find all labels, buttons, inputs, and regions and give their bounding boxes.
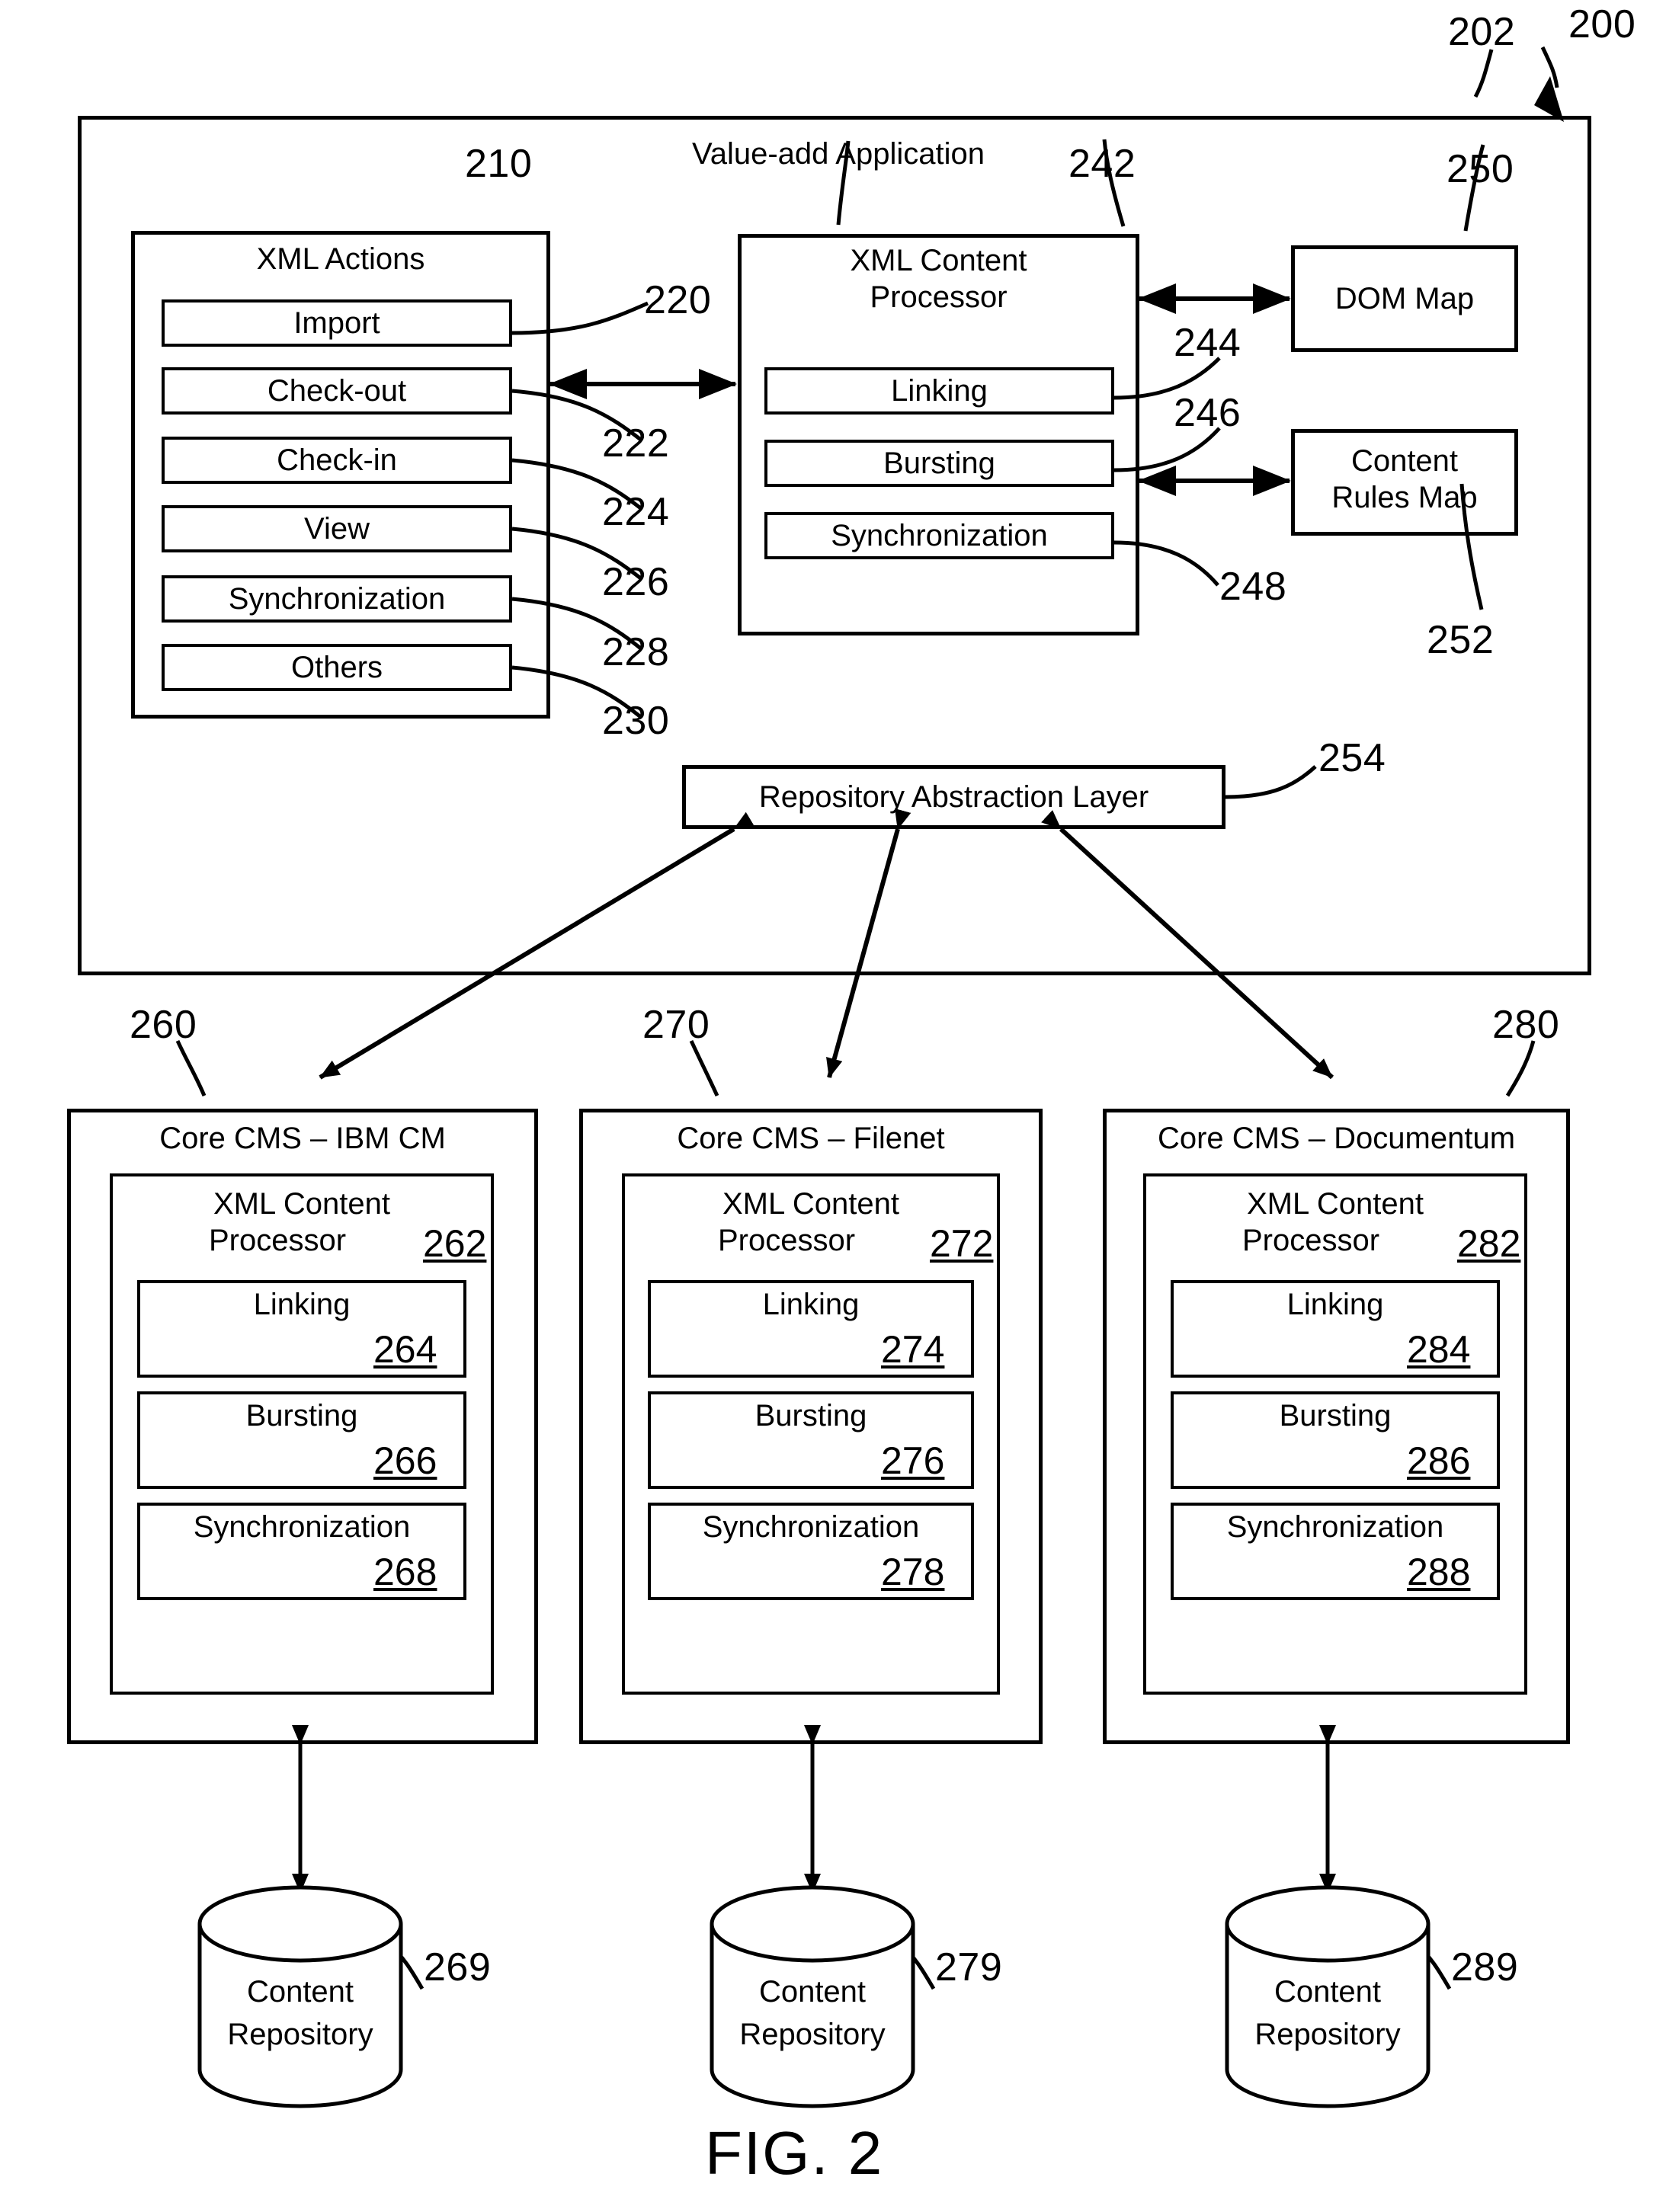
dom-map-label: DOM Map — [1334, 281, 1475, 315]
ref-270-leader — [689, 1039, 719, 1097]
ref-number-284: 284 — [1407, 1328, 1471, 1371]
ref-number-280: 280 — [1492, 1003, 1560, 1047]
dom-map-box[interactable]: DOM Map — [1291, 245, 1518, 352]
xml-action-item-view[interactable]: View — [162, 505, 512, 552]
cms1-module-synchronization-label: Synchronization — [193, 1510, 411, 1544]
ref-number-274: 274 — [881, 1328, 945, 1371]
ref-number-289: 289 — [1451, 1945, 1519, 1990]
cms3-module-linking-label: Linking — [1286, 1288, 1384, 1321]
ref-number-246: 246 — [1174, 391, 1241, 435]
cms3-processor-title-line1: XML Content — [1247, 1187, 1424, 1221]
xml-action-item-synchronization[interactable]: Synchronization — [162, 575, 512, 623]
xml-action-item-view-label: View — [304, 511, 370, 546]
xml-action-item-import-label: Import — [293, 306, 380, 340]
ref-number-230: 230 — [602, 699, 670, 743]
ref-number-254: 254 — [1318, 736, 1386, 780]
ref-number-286: 286 — [1407, 1439, 1471, 1482]
content-repository-1-label-line2: Repository — [227, 2018, 373, 2051]
cms2-processor-title-line1: XML Content — [722, 1187, 899, 1221]
core-cms-documentum-title: Core CMS – Documentum — [1157, 1122, 1516, 1155]
patent-figure-2: 202 200 Value-add Application 210 242 25… — [0, 0, 1666, 2212]
cms2-processor-title-line2: Processor — [717, 1224, 856, 1257]
processor-module-synchronization-label: Synchronization — [831, 518, 1048, 552]
ref-200-arrow — [1534, 46, 1564, 122]
xml-content-processor-title-line1: XML Content — [850, 244, 1027, 277]
ref-number-276: 276 — [881, 1439, 945, 1482]
ref-number-200: 200 — [1568, 2, 1636, 46]
value-add-application-title: Value-add Application — [692, 137, 985, 171]
cms3-processor-title-line2: Processor — [1241, 1224, 1380, 1257]
ref-number-270: 270 — [642, 1003, 710, 1047]
processor-module-synchronization[interactable]: Synchronization — [764, 512, 1114, 559]
ref-number-202: 202 — [1448, 10, 1516, 54]
cms1-module-bursting-label: Bursting — [245, 1399, 358, 1433]
xml-action-item-synchronization-label: Synchronization — [228, 581, 446, 616]
cms1-processor-title-line1: XML Content — [213, 1187, 390, 1221]
xml-actions-title: XML Actions — [256, 242, 425, 276]
ref-number-222: 222 — [602, 421, 670, 466]
cms1-processor-title-line2: Processor — [208, 1224, 347, 1257]
ref-number-272: 272 — [930, 1222, 994, 1265]
content-repository-3-label-line1: Content — [1274, 1975, 1382, 2009]
content-repository-2-label-line1: Content — [758, 1975, 867, 2009]
ref-number-210: 210 — [465, 142, 533, 186]
xml-action-item-others-label: Others — [290, 650, 383, 684]
ref-260-leader — [175, 1039, 207, 1096]
ref-280-leader — [1505, 1040, 1536, 1097]
ref-number-224: 224 — [602, 490, 670, 534]
ref-number-260: 260 — [130, 1003, 197, 1047]
content-rules-map-label-line2: Rules Map — [1331, 481, 1478, 514]
ref-number-250: 250 — [1447, 147, 1514, 191]
xml-content-processor-title-line2: Processor — [870, 280, 1008, 314]
ref-202-leader — [1473, 49, 1494, 98]
ref-number-288: 288 — [1407, 1551, 1471, 1593]
xml-action-item-check-in-label: Check-in — [277, 443, 397, 477]
xml-action-item-check-out[interactable]: Check-out — [162, 367, 512, 415]
ref-number-266: 266 — [373, 1439, 437, 1482]
repository-abstraction-layer-label: Repository Abstraction Layer — [758, 779, 1149, 814]
ref-number-252: 252 — [1427, 618, 1495, 662]
repository-abstraction-layer-box[interactable]: Repository Abstraction Layer — [682, 765, 1225, 829]
ref-number-248: 248 — [1219, 565, 1287, 609]
processor-module-linking[interactable]: Linking — [764, 367, 1114, 415]
ref-number-279: 279 — [935, 1945, 1003, 1990]
cms3-module-synchronization-label: Synchronization — [1226, 1510, 1444, 1544]
xml-action-item-check-out-label: Check-out — [267, 373, 407, 408]
content-repository-3-label-line2: Repository — [1254, 2018, 1401, 2051]
figure-caption: FIG. 2 — [705, 2119, 884, 2187]
ref-number-220: 220 — [644, 278, 712, 322]
xml-action-item-import[interactable]: Import — [162, 299, 512, 347]
xml-action-item-check-in[interactable]: Check-in — [162, 437, 512, 484]
ref-number-262: 262 — [423, 1222, 487, 1265]
content-repository-1-label-line1: Content — [246, 1975, 354, 2009]
ref-number-269: 269 — [424, 1945, 492, 1990]
ref-number-228: 228 — [602, 630, 670, 674]
processor-module-bursting-label: Bursting — [883, 446, 995, 480]
processor-module-linking-label: Linking — [891, 373, 988, 408]
cms2-module-linking-label: Linking — [762, 1288, 860, 1321]
content-rules-map-label-line1: Content — [1350, 444, 1459, 478]
ref-number-264: 264 — [373, 1328, 437, 1371]
core-cms-filenet-title: Core CMS – Filenet — [677, 1122, 945, 1155]
xml-action-item-others[interactable]: Others — [162, 644, 512, 691]
ref-number-278: 278 — [881, 1551, 945, 1593]
cms1-module-linking-label: Linking — [253, 1288, 351, 1321]
ref-number-226: 226 — [602, 560, 670, 604]
processor-module-bursting[interactable]: Bursting — [764, 440, 1114, 487]
cms2-module-bursting-label: Bursting — [755, 1399, 867, 1433]
ref-number-242: 242 — [1068, 142, 1136, 186]
cms3-module-bursting-label: Bursting — [1279, 1399, 1392, 1433]
cms2-module-synchronization-label: Synchronization — [702, 1510, 920, 1544]
core-cms-ibm-cm-title: Core CMS – IBM CM — [159, 1122, 446, 1155]
content-repository-2-label-line2: Repository — [739, 2018, 886, 2051]
ref-number-282: 282 — [1457, 1222, 1521, 1265]
ref-number-244: 244 — [1174, 321, 1241, 365]
ref-number-268: 268 — [373, 1551, 437, 1593]
